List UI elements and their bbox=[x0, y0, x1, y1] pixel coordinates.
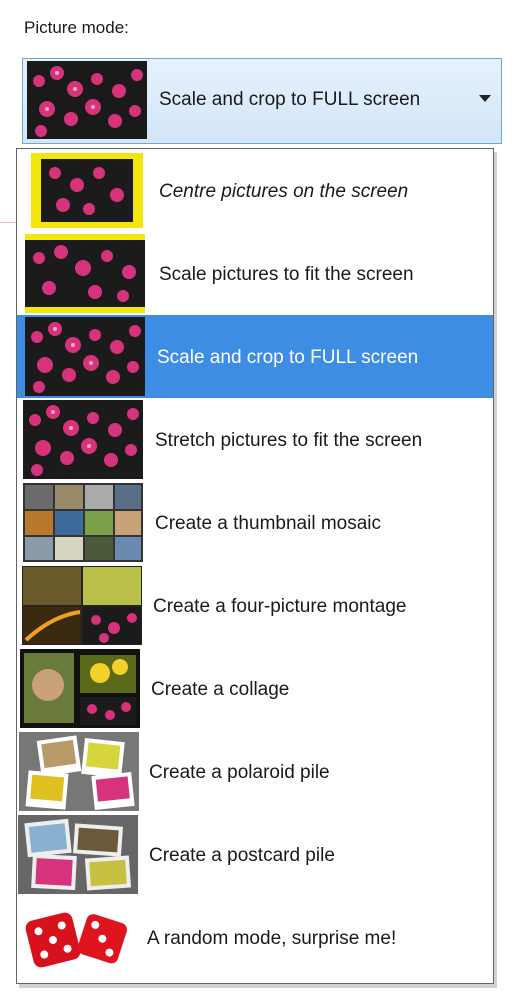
picture-mode-option[interactable]: Create a postcard pile bbox=[17, 813, 493, 896]
picture-mode-option-label: A random mode, surprise me! bbox=[147, 928, 397, 949]
picture-mode-option-label: Create a thumbnail mosaic bbox=[155, 513, 381, 534]
picture-mode-option[interactable]: Scale pictures to fit the screen bbox=[17, 232, 493, 315]
picture-mode-option-label: Create a four-picture montage bbox=[153, 596, 407, 617]
picture-mode-option-label: Stretch pictures to fit the screen bbox=[155, 430, 423, 451]
picture-mode-option-label: Scale and crop to FULL screen bbox=[157, 347, 419, 368]
picture-mode-option[interactable]: A random mode, surprise me! bbox=[17, 896, 493, 979]
mosaic-thumbnail-icon bbox=[23, 483, 143, 562]
picture-mode-option[interactable]: Stretch pictures to fit the screen bbox=[17, 398, 493, 481]
picture-mode-option-label: Create a polaroid pile bbox=[149, 762, 330, 783]
picture-mode-option-label: Scale pictures to fit the screen bbox=[159, 264, 414, 285]
picture-mode-option[interactable]: Create a thumbnail mosaic bbox=[17, 481, 493, 564]
picture-mode-panel: Picture mode: Scale and crop to FULL scr… bbox=[0, 0, 519, 1000]
collage-thumbnail-icon bbox=[20, 649, 140, 728]
scale-crop-thumbnail-icon bbox=[25, 317, 145, 396]
postcard-thumbnail-icon bbox=[18, 815, 138, 894]
montage-thumbnail-icon bbox=[22, 566, 142, 645]
picture-mode-dropdown-list[interactable]: Centre pictures on the screen Scale pictu… bbox=[16, 148, 494, 984]
picture-mode-option[interactable]: Create a collage bbox=[17, 647, 493, 730]
picture-mode-value: Scale and crop to FULL screen bbox=[159, 89, 421, 110]
scale-fit-thumbnail-icon bbox=[25, 234, 145, 313]
picture-mode-option-label: Create a collage bbox=[151, 679, 290, 700]
stretch-thumbnail-icon bbox=[23, 400, 143, 479]
centre-thumbnail-icon bbox=[27, 151, 147, 230]
picture-mode-option-label: Centre pictures on the screen bbox=[159, 181, 409, 202]
picture-mode-combobox[interactable]: Scale and crop to FULL screen bbox=[22, 58, 502, 144]
picture-mode-option[interactable]: Create a polaroid pile bbox=[17, 730, 493, 813]
picture-mode-label: Picture mode: bbox=[24, 18, 129, 37]
picture-mode-option[interactable]: Centre pictures on the screen bbox=[17, 149, 493, 232]
background-divider bbox=[0, 222, 16, 223]
flower-thumbnail-icon bbox=[27, 61, 147, 139]
picture-mode-option[interactable]: Create a four-picture montage bbox=[17, 564, 493, 647]
picture-mode-option[interactable]: Scale and crop to FULL screen bbox=[17, 315, 493, 398]
polaroid-thumbnail-icon bbox=[19, 732, 139, 811]
picture-mode-option-label: Create a postcard pile bbox=[149, 845, 335, 866]
chevron-down-icon[interactable] bbox=[479, 95, 491, 102]
dice-icon bbox=[17, 898, 137, 977]
